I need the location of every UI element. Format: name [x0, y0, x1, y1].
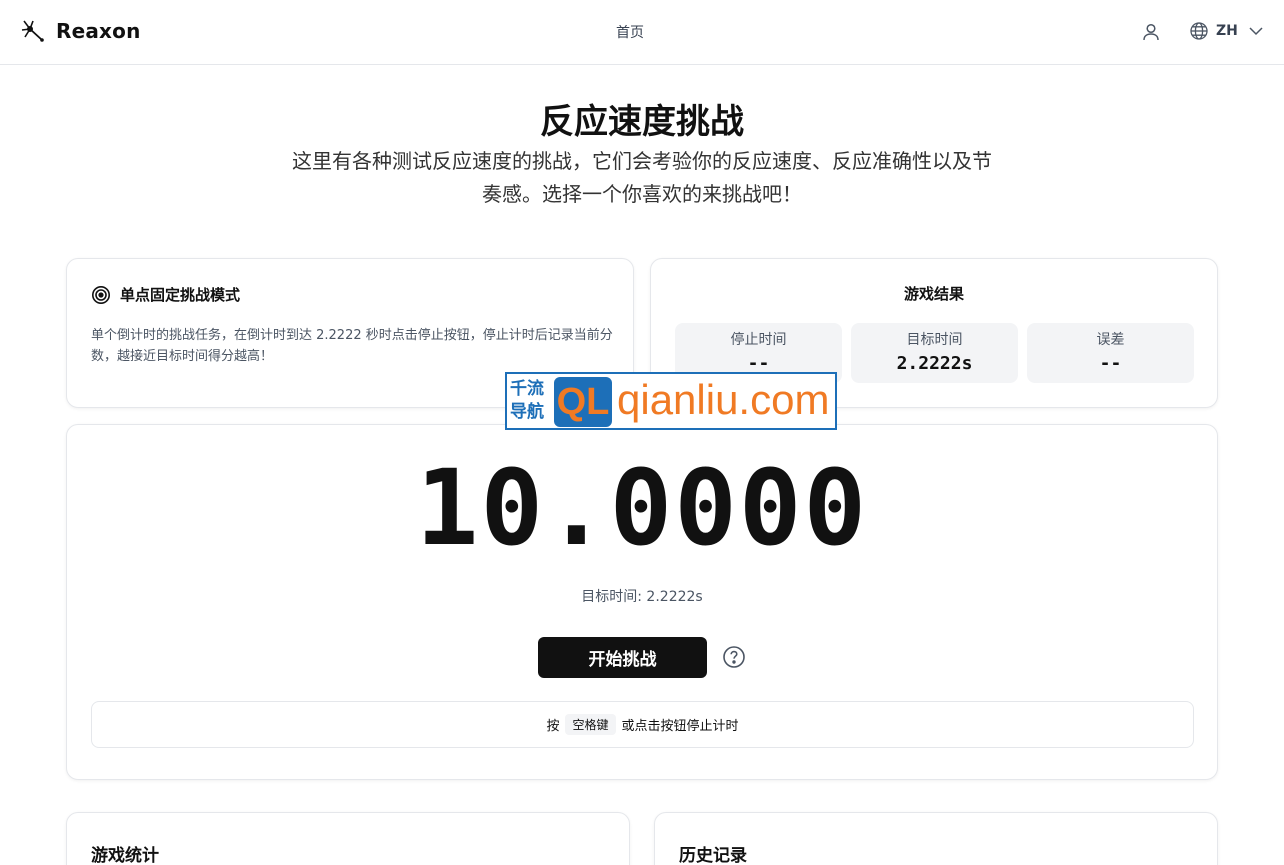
- error-value: --: [1099, 353, 1122, 374]
- stop-time-label: 停止时间: [730, 332, 787, 348]
- page-description: 这里有各种测试反应速度的挑战，它们会考验你的反应速度、反应准确性以及节奏感。选择…: [292, 149, 992, 206]
- target-time-label: 目标时间: [906, 332, 963, 348]
- page-title: 反应速度挑战: [540, 102, 744, 142]
- stats-card: 游戏统计: [66, 812, 630, 865]
- history-title: 历史记录: [679, 846, 747, 865]
- brand-logo[interactable]: Reaxon: [20, 18, 141, 44]
- countdown-timer: 10.0000: [415, 447, 869, 569]
- chevron-down-icon: [1249, 27, 1263, 36]
- error-label: 误差: [1096, 332, 1125, 348]
- brand-name: Reaxon: [56, 19, 141, 43]
- hint-suffix: 或点击按钮停止计时: [621, 719, 739, 734]
- result-title: 游戏结果: [903, 285, 964, 303]
- target-time-caption: 目标时间: 2.2222s: [581, 589, 703, 605]
- error-box: 误差 --: [1027, 323, 1194, 383]
- language-label: ZH: [1216, 23, 1238, 39]
- target-icon: [92, 285, 110, 304]
- user-icon[interactable]: [1140, 21, 1162, 43]
- mode-title: 单点固定挑战模式: [91, 284, 240, 305]
- mode-title-text: 单点固定挑战模式: [120, 286, 241, 304]
- stats-title: 游戏统计: [91, 846, 159, 865]
- watermark-cn-line2: 导航: [510, 402, 544, 422]
- space-key-badge: 空格键: [565, 714, 616, 735]
- target-time-box: 目标时间 2.2222s: [851, 323, 1018, 383]
- watermark-cn-line1: 千流: [510, 379, 544, 399]
- history-card: 历史记录: [654, 812, 1218, 865]
- nav-home-link[interactable]: 首页: [602, 22, 658, 42]
- mode-description: 单个倒计时的挑战任务，在倒计时到达 2.2222 秒时点击停止按钮，停止计时后记…: [91, 328, 613, 364]
- hint-prefix: 按: [546, 719, 560, 734]
- watermark-logo: 千流 导航 QL qianliu.com: [505, 372, 837, 430]
- globe-icon: [1190, 22, 1208, 40]
- top-navbar: Reaxon 首页 ZH: [0, 0, 1284, 65]
- watermark-cn-text: 千流 导航: [510, 378, 554, 424]
- watermark-badge: QL: [554, 377, 612, 427]
- neuron-logo-icon: [21, 20, 44, 42]
- watermark-badge-text: QL: [556, 381, 610, 423]
- help-icon[interactable]: [722, 645, 746, 669]
- stop-time-value: --: [747, 353, 770, 374]
- stop-hint: 按 空格键 或点击按钮停止计时: [91, 701, 1194, 748]
- language-selector[interactable]: ZH: [1189, 21, 1265, 41]
- watermark-url: qianliu.com: [617, 376, 830, 423]
- target-time-value: 2.2222s: [896, 353, 973, 374]
- game-card: 10.0000 目标时间: 2.2222s 开始挑战 按 空格键 或点击按钮停止…: [66, 424, 1218, 780]
- start-challenge-button[interactable]: 开始挑战: [538, 637, 707, 678]
